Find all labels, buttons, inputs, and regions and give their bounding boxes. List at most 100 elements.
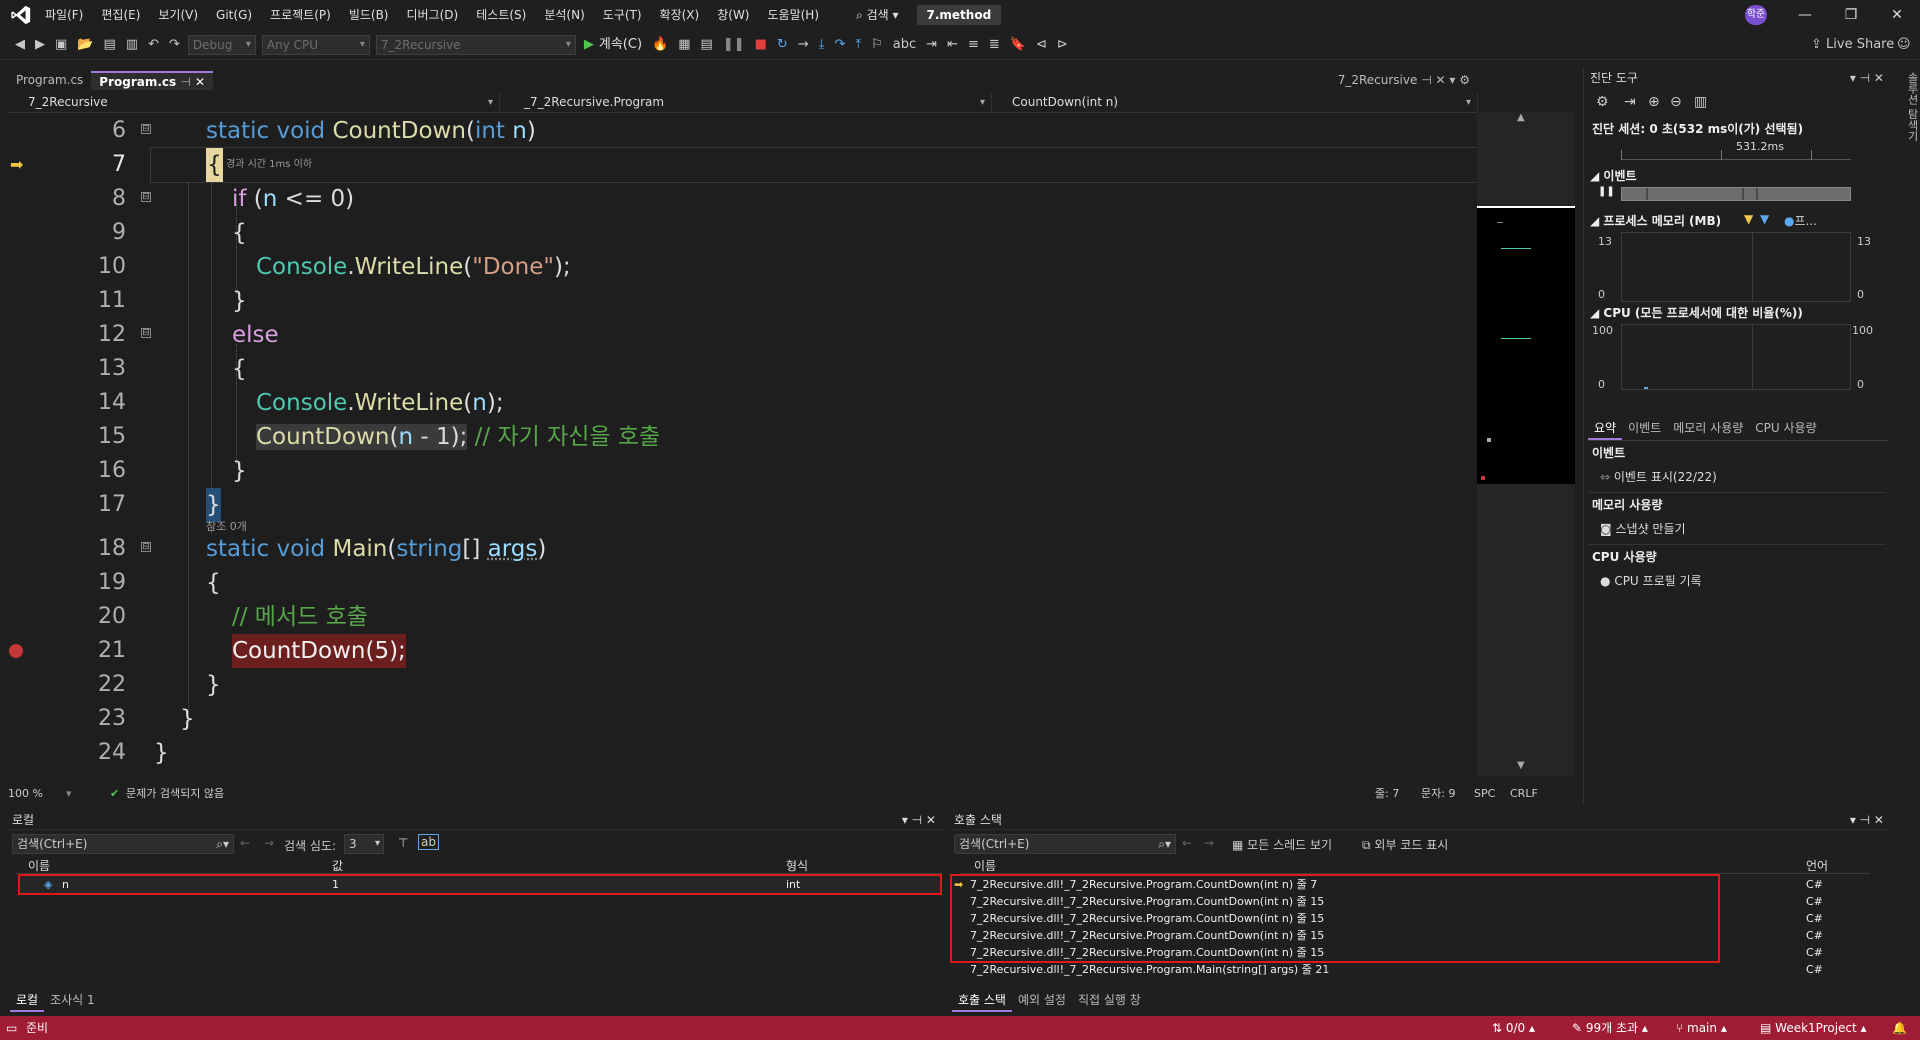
menu-item-7[interactable]: 테스트(S): [467, 0, 535, 30]
layout-icon[interactable]: ▤: [696, 30, 718, 60]
column-name[interactable]: 이름: [28, 858, 50, 874]
current-statement-arrow-icon[interactable]: ➡: [10, 148, 23, 182]
show-all-threads-button[interactable]: ▦ 모든 스레드 보기: [1232, 836, 1332, 853]
continue-icon[interactable]: ▶: [579, 30, 599, 60]
show-next-statement-icon[interactable]: →: [793, 30, 814, 60]
hot-reload-icon[interactable]: 🔥: [647, 30, 673, 60]
show-events-link[interactable]: ⇔ 이벤트 표시(22/22): [1600, 468, 1717, 485]
tab-exception-settings[interactable]: 예외 설정: [1012, 990, 1072, 1012]
line-indicator[interactable]: 줄: 7: [1375, 786, 1399, 802]
forward-icon[interactable]: ▶: [30, 30, 50, 60]
search-depth-dropdown[interactable]: 3 ▾: [344, 834, 384, 854]
notifications-icon[interactable]: 🔔: [1892, 1016, 1907, 1040]
pause-icon[interactable]: ❚❚: [718, 30, 750, 60]
search-prev-icon[interactable]: ←: [240, 836, 250, 850]
code-editor[interactable]: 6 ⊟ static void CountDown(int n) ➡ 7 { 경과 …: [8, 114, 1476, 776]
column-language[interactable]: 언어: [1806, 858, 1828, 874]
menu-item-0[interactable]: 파일(F): [36, 0, 92, 30]
cpu-section[interactable]: ◢ CPU (모든 프로세서에 대한 비율(%)): [1590, 304, 1803, 321]
show-external-code-button[interactable]: ⧉ 외부 코드 표시: [1362, 836, 1448, 853]
menu-item-9[interactable]: 도구(T): [594, 0, 651, 30]
fold-toggle-icon[interactable]: ⊟: [141, 192, 151, 202]
solution-explorer-tab[interactable]: 솔루션 탐색기: [1893, 68, 1920, 168]
zoom-dropdown-icon[interactable]: ▾: [66, 786, 72, 802]
next-bookmark-icon[interactable]: ⊳: [1052, 30, 1073, 60]
menu-item-10[interactable]: 확장(X): [651, 0, 709, 30]
indent-icon[interactable]: ⇥: [921, 30, 942, 60]
menu-item-12[interactable]: 도움말(H): [759, 0, 829, 30]
breakpoint-tools-icon[interactable]: ⚐: [866, 30, 888, 60]
select-tools-icon[interactable]: ⇥: [1624, 94, 1636, 110]
tab-events[interactable]: 이벤트: [1622, 418, 1667, 440]
search-next-icon[interactable]: →: [264, 836, 274, 850]
pin-column-icon[interactable]: ⊤: [398, 836, 408, 850]
events-section[interactable]: ◢ 이벤트: [1590, 167, 1637, 184]
pin-icon[interactable]: ⊣: [180, 75, 190, 89]
platform-dropdown[interactable]: Any CPU: [261, 34, 370, 55]
scroll-up-icon[interactable]: ▲: [1517, 112, 1525, 123]
search-menu[interactable]: ⌕ 검색 ▾: [846, 0, 908, 30]
issues-status[interactable]: 문제가 검색되지 않음: [126, 786, 224, 802]
close-window-button[interactable]: ✕: [1874, 0, 1920, 30]
pane-controls[interactable]: ▾ ⊣ ✕: [1850, 68, 1884, 88]
hex-display-icon[interactable]: ab: [418, 834, 439, 850]
fold-toggle-icon[interactable]: ⊟: [141, 124, 151, 134]
pane-controls[interactable]: ▾ ⊣ ✕: [902, 810, 936, 830]
record-cpu-profile-button[interactable]: ● CPU 프로필 기록: [1600, 572, 1702, 589]
tab-summary[interactable]: 요약: [1588, 418, 1623, 440]
zoom-out-icon[interactable]: ⊖: [1670, 94, 1682, 110]
spell-check-icon[interactable]: abc: [888, 30, 921, 60]
new-item-icon[interactable]: ▣: [50, 30, 72, 60]
memory-graph[interactable]: [1621, 232, 1851, 302]
commits-indicator[interactable]: ✎ 99개 초과 ▴: [1572, 1016, 1648, 1040]
search-prev-icon[interactable]: ←: [1182, 836, 1192, 850]
settings-icon[interactable]: ⚙: [1459, 73, 1470, 87]
tab-call-stack[interactable]: 호출 스택: [952, 990, 1012, 1012]
column-value[interactable]: 값: [332, 858, 343, 874]
save-icon[interactable]: ▤: [98, 30, 120, 60]
locals-search-input[interactable]: 검색(Ctrl+E) ⌕▾: [12, 834, 234, 854]
tab-watch-1[interactable]: 조사식 1: [44, 990, 101, 1012]
save-all-icon[interactable]: ▥: [121, 30, 143, 60]
repo-indicator[interactable]: ▤ Week1Project ▴: [1760, 1016, 1867, 1040]
uncomment-icon[interactable]: ≣: [984, 30, 1005, 60]
redo-icon[interactable]: ↷: [164, 30, 185, 60]
search-icon[interactable]: ⌕▾: [216, 835, 229, 853]
restart-icon[interactable]: ↻: [772, 30, 793, 60]
step-out-icon[interactable]: ⤒: [850, 30, 866, 60]
menu-item-1[interactable]: 편집(E): [92, 0, 149, 30]
tab-project[interactable]: 7_2Recursive ⊣ ✕ ▾ ⚙: [1330, 71, 1478, 90]
minimap-viewport[interactable]: [1477, 208, 1575, 484]
close-tab-icon[interactable]: ✕: [1435, 73, 1445, 87]
menu-item-4[interactable]: 프로젝트(P): [261, 0, 340, 30]
settings-icon[interactable]: ⚙: [1596, 94, 1609, 110]
live-share-button[interactable]: ⇪ Live Share: [1806, 30, 1899, 60]
changes-indicator[interactable]: ⇅ 0/0 ▴: [1492, 1016, 1535, 1040]
fold-toggle-icon[interactable]: ⊟: [141, 328, 151, 338]
column-type[interactable]: 형식: [786, 858, 808, 874]
call-stack-row[interactable]: 7_2Recursive.dll!_7_2Recursive.Program.M…: [954, 961, 1880, 978]
back-icon[interactable]: ◀: [10, 30, 30, 60]
browse-icon[interactable]: ▦: [673, 30, 695, 60]
avatar[interactable]: 학준: [1745, 5, 1767, 25]
pin-icon[interactable]: ⊣: [1421, 73, 1431, 87]
menu-item-11[interactable]: 창(W): [708, 0, 758, 30]
call-stack-search-input[interactable]: 검색(Ctrl+E) ⌕▾: [954, 834, 1176, 854]
startup-project-dropdown[interactable]: 7_2Recursive: [375, 34, 576, 55]
project-dropdown[interactable]: 7_2Recursive: [8, 93, 500, 112]
menu-item-8[interactable]: 분석(N): [535, 0, 593, 30]
close-tab-icon[interactable]: ✕: [195, 75, 205, 89]
tab-cpu-usage[interactable]: CPU 사용량: [1749, 418, 1822, 440]
open-folder-icon[interactable]: 📂: [72, 30, 98, 60]
comment-icon[interactable]: ≡: [963, 30, 984, 60]
line-ending-indicator[interactable]: CRLF: [1510, 786, 1538, 802]
take-snapshot-button[interactable]: ◙ 스냅샷 만들기: [1600, 520, 1686, 537]
menu-item-6[interactable]: 디버그(D): [398, 0, 468, 30]
column-name[interactable]: 이름: [974, 858, 996, 874]
whitespace-indicator[interactable]: SPC: [1474, 786, 1495, 802]
tab-program-cs-active[interactable]: Program.cs ⊣ ✕: [91, 71, 214, 90]
breakpoint-icon[interactable]: [9, 644, 23, 658]
visual-studio-logo-icon[interactable]: [6, 0, 36, 30]
timeline-ruler[interactable]: 531.2ms: [1621, 140, 1851, 160]
col-indicator[interactable]: 문자: 9: [1421, 786, 1455, 802]
